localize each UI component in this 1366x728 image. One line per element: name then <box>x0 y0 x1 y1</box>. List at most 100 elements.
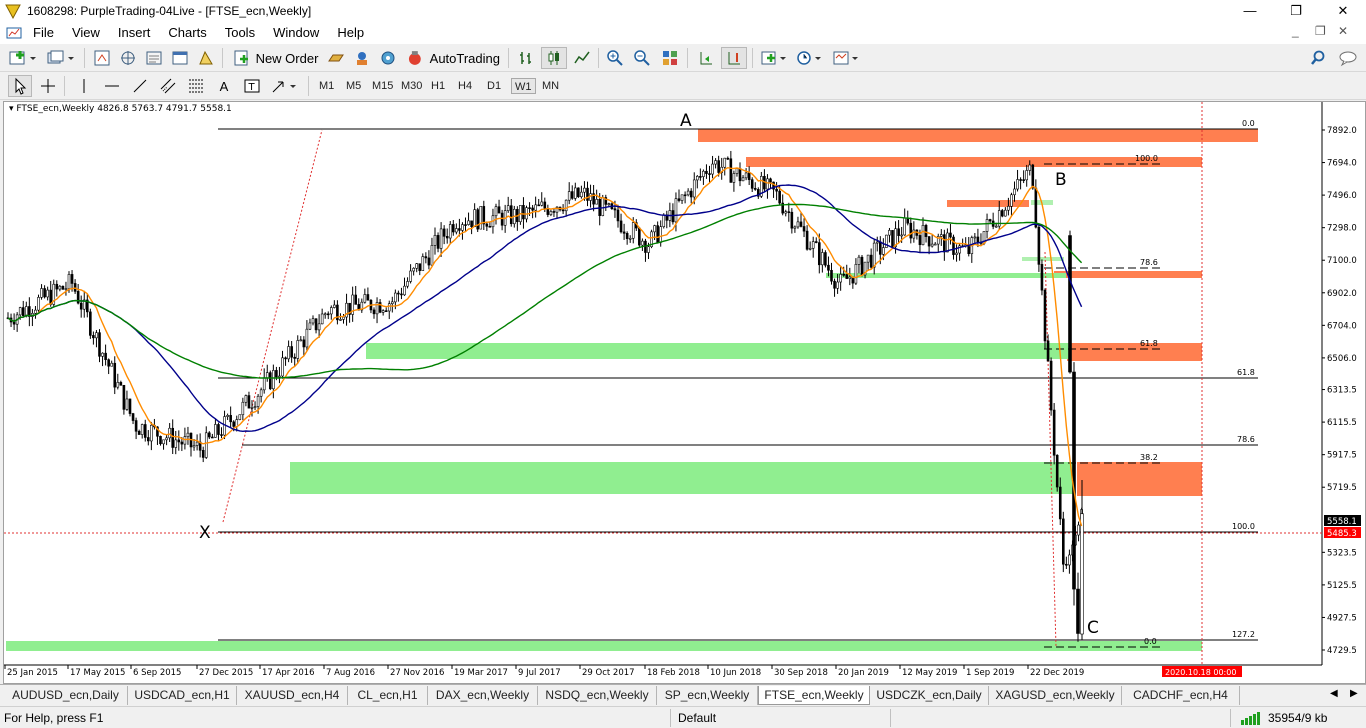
crosshair-icon[interactable] <box>36 75 60 97</box>
zoom-in-icon[interactable] <box>603 47 627 69</box>
market-watch-icon[interactable] <box>90 47 114 69</box>
autotrading-button[interactable]: AutoTrading <box>406 47 500 69</box>
chart-menu-icon[interactable] <box>6 25 22 41</box>
price-axis-label: 5719.5 <box>1327 483 1357 493</box>
pattern-point-a: A <box>680 111 692 131</box>
candle-body <box>211 436 214 439</box>
signals-icon[interactable] <box>350 47 374 69</box>
navigator-icon[interactable] <box>116 47 140 69</box>
text-label-icon[interactable]: T <box>240 75 264 97</box>
new-order-button[interactable]: New Order <box>228 47 322 69</box>
menu-file[interactable]: File <box>24 22 63 44</box>
fibonacci-icon[interactable] <box>184 75 208 97</box>
vertical-line-icon[interactable] <box>72 75 96 97</box>
strategy-tester-icon[interactable] <box>194 47 218 69</box>
candle-body <box>98 332 101 357</box>
candle-body <box>921 225 925 246</box>
connection-status-icon[interactable] <box>1240 712 1264 725</box>
menu-tools[interactable]: Tools <box>216 22 264 44</box>
timeframe-h1[interactable]: H1 <box>428 78 448 94</box>
candle-body <box>778 190 781 204</box>
candle-body <box>180 441 184 445</box>
timeframe-m5[interactable]: M5 <box>343 78 364 94</box>
menu-view[interactable]: View <box>63 22 109 44</box>
tab-ftse[interactable]: FTSE_ecn,Weekly <box>758 686 870 705</box>
candle-body <box>854 264 858 284</box>
chart-menu-arrow-icon[interactable]: ▾ <box>9 104 14 114</box>
tab-scroll-left-icon[interactable]: ◀ <box>1330 688 1338 699</box>
mdi-close-button[interactable]: ✕ <box>1338 24 1348 38</box>
terminal-icon[interactable] <box>168 47 192 69</box>
time-axis-label: 7 Aug 2016 <box>326 668 375 678</box>
maximize-button[interactable]: ❐ <box>1273 0 1319 22</box>
candlestick-chart-icon[interactable] <box>541 47 567 69</box>
gold-bars-icon[interactable] <box>324 47 348 69</box>
tab-usdczk[interactable]: USDCZK_ecn,Daily <box>870 686 989 705</box>
chart-tabs: AUDUSD_ecn,Daily USDCAD_ecn,H1 XAUUSD_ec… <box>0 684 1366 706</box>
tab-cl[interactable]: CL_ecn,H1 <box>348 686 428 705</box>
bar-chart-icon[interactable] <box>514 47 538 69</box>
market-icon[interactable] <box>376 47 400 69</box>
candle-body <box>494 206 498 217</box>
tab-sp[interactable]: SP_ecn,Weekly <box>657 686 758 705</box>
menu-insert[interactable]: Insert <box>109 22 160 44</box>
indicators-button[interactable] <box>758 47 790 69</box>
auto-scroll-icon[interactable] <box>694 47 718 69</box>
timeframe-m30[interactable]: M30 <box>398 78 425 94</box>
search-icon[interactable] <box>1306 47 1330 69</box>
tab-xagusd[interactable]: XAGUSD_ecn,Weekly <box>989 686 1122 705</box>
tab-xauusd[interactable]: XAUUSD_ecn,H4 <box>237 686 348 705</box>
mdi-restore-button[interactable]: ❐ <box>1315 24 1326 38</box>
tab-audusd[interactable]: AUDUSD_ecn,Daily <box>4 686 128 705</box>
timeframe-mn[interactable]: MN <box>539 78 562 94</box>
trendline-icon[interactable] <box>128 75 152 97</box>
fib-label: 0.0 <box>1242 119 1255 128</box>
templates-button[interactable] <box>830 47 862 69</box>
equidistant-channel-icon[interactable] <box>156 75 180 97</box>
profiles-button[interactable] <box>44 47 78 69</box>
timeframe-w1[interactable]: W1 <box>511 78 536 94</box>
periods-button[interactable] <box>793 47 825 69</box>
chat-icon[interactable] <box>1336 47 1360 69</box>
chart-window[interactable]: ▾ FTSE_ecn,Weekly 4826.8 5763.7 4791.7 5… <box>3 101 1366 684</box>
text-tool-icon[interactable]: A <box>212 75 236 97</box>
candle-body <box>952 236 955 255</box>
line-chart-icon[interactable] <box>570 47 594 69</box>
candle-body <box>631 222 635 239</box>
menu-charts[interactable]: Charts <box>159 22 215 44</box>
supply-zone <box>746 157 1202 167</box>
arrows-button[interactable] <box>268 75 302 97</box>
horizontal-line-icon[interactable] <box>100 75 124 97</box>
chart-shift-icon[interactable] <box>721 47 747 69</box>
zoom-out-icon[interactable] <box>630 47 654 69</box>
candle-body <box>946 232 949 253</box>
close-button[interactable]: ✕ <box>1320 0 1366 22</box>
candle-body <box>766 178 769 190</box>
menu-window[interactable]: Window <box>264 22 328 44</box>
tab-usdcad[interactable]: USDCAD_ecn,H1 <box>128 686 237 705</box>
new-chart-button[interactable] <box>6 47 40 69</box>
candle-body <box>1068 235 1072 373</box>
price-chart[interactable]: A B X C 0.0 61.8 78.6 100.0 127.2 100.0 … <box>4 102 1365 683</box>
candle-body <box>811 241 815 249</box>
candle-body <box>1068 554 1071 566</box>
candle-body <box>476 209 480 230</box>
data-window-icon[interactable] <box>142 47 166 69</box>
timeframe-m15[interactable]: M15 <box>369 78 396 94</box>
tab-cadchf[interactable]: CADCHF_ecn,H4 <box>1122 686 1240 705</box>
cursor-icon[interactable] <box>8 75 32 97</box>
tab-dax[interactable]: DAX_ecn,Weekly <box>428 686 538 705</box>
candle-body <box>436 235 440 249</box>
tile-windows-icon[interactable] <box>658 47 682 69</box>
tab-nsdq[interactable]: NSDQ_ecn,Weekly <box>538 686 657 705</box>
timeframe-d1[interactable]: D1 <box>484 78 504 94</box>
timeframe-m1[interactable]: M1 <box>316 78 337 94</box>
tab-scroll-right-icon[interactable]: ▶ <box>1350 688 1358 699</box>
candle-body <box>479 206 483 230</box>
timeframe-h4[interactable]: H4 <box>455 78 475 94</box>
price-axis-label: 6115.5 <box>1327 418 1357 428</box>
mdi-minimize-button[interactable]: _ <box>1292 24 1299 38</box>
menu-help[interactable]: Help <box>328 22 373 44</box>
minimize-button[interactable]: — <box>1227 0 1273 22</box>
candle-body <box>787 211 791 213</box>
